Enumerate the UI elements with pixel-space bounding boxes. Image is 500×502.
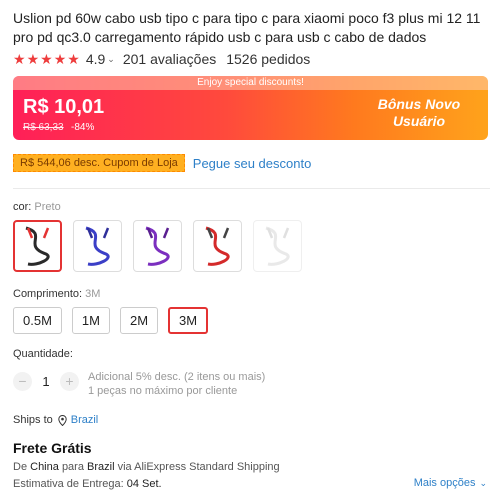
color-label: cor: Preto bbox=[13, 201, 61, 213]
length-option-0-5m[interactable]: 0.5M bbox=[13, 307, 62, 334]
color-option-vermelho[interactable] bbox=[193, 220, 242, 272]
quantity-label: Quantidade: bbox=[13, 348, 73, 360]
star-icon: ★ bbox=[26, 51, 40, 67]
star-icon: ★ bbox=[67, 51, 80, 67]
quantity-note: Adicional 5% desc. (2 itens ou mais) 1 p… bbox=[88, 370, 265, 398]
length-options: 0.5M 1M 2M 3M bbox=[13, 307, 209, 334]
ships-to-country-link[interactable]: Brazil bbox=[71, 414, 99, 426]
length-selected-value: 3M bbox=[85, 288, 101, 300]
star-icon: ★ bbox=[40, 51, 53, 67]
color-selected-value: Preto bbox=[34, 201, 61, 213]
orders-count: 1526 pedidos bbox=[226, 51, 311, 67]
shipping-route: De China para Brazil via AliExpress Stan… bbox=[13, 461, 280, 473]
promo-banner-text: Enjoy special discounts! bbox=[13, 76, 488, 90]
star-rating: ★ ★ ★ ★ ★ bbox=[13, 52, 80, 66]
delivery-estimate: Estimativa de Entrega: 04 Set. bbox=[13, 478, 162, 490]
original-price: R$ 63,33 bbox=[23, 122, 64, 133]
chevron-down-icon: ⌄ bbox=[479, 477, 487, 488]
length-label-text: Comprimento: bbox=[13, 288, 83, 300]
route-prefix: De bbox=[13, 461, 28, 473]
quantity-stepper: − 1 + bbox=[13, 372, 79, 391]
color-options bbox=[13, 220, 302, 272]
cable-purple-image bbox=[145, 226, 169, 266]
eta-label: Estimativa de Entrega: bbox=[13, 478, 124, 490]
color-option-branco[interactable] bbox=[253, 220, 302, 272]
get-coupon-link[interactable]: Pegue seu desconto bbox=[193, 156, 312, 171]
cable-black-image bbox=[25, 226, 49, 266]
discount-percent: -84% bbox=[71, 122, 95, 133]
quantity-plus-button[interactable]: + bbox=[60, 372, 79, 391]
divider bbox=[13, 188, 490, 189]
route-mid: para bbox=[61, 461, 84, 473]
chevron-down-icon[interactable]: ⌄ bbox=[107, 54, 115, 65]
product-title: Uslion pd 60w cabo usb tipo c para tipo … bbox=[13, 10, 481, 45]
cable-white-image bbox=[265, 226, 289, 266]
reviews-count[interactable]: 201 avaliações bbox=[123, 51, 216, 67]
max-per-customer-note: 1 peças no máximo por cliente bbox=[88, 385, 238, 397]
more-shipping-options-link[interactable]: Mais opções ⌄ bbox=[414, 477, 487, 489]
cable-red-image bbox=[205, 226, 229, 266]
location-pin-icon bbox=[58, 414, 67, 426]
price-banner: Enjoy special discounts! R$ 10,01 R$ 63,… bbox=[13, 76, 488, 140]
color-option-azul[interactable] bbox=[73, 220, 122, 272]
length-option-3m[interactable]: 3M bbox=[168, 307, 209, 334]
more-options-label: Mais opções bbox=[413, 477, 476, 489]
color-option-preto[interactable] bbox=[13, 220, 62, 272]
ships-to-row: Ships to Brazil bbox=[13, 414, 98, 426]
rating-score[interactable]: 4.9 bbox=[86, 51, 105, 67]
route-suffix: via AliExpress Standard Shipping bbox=[117, 461, 280, 473]
length-label: Comprimento: 3M bbox=[13, 288, 100, 300]
current-price: R$ 10,01 bbox=[23, 96, 105, 118]
length-option-1m[interactable]: 1M bbox=[71, 307, 110, 334]
free-shipping-title: Frete Grátis bbox=[13, 440, 92, 456]
star-icon: ★ bbox=[13, 51, 26, 67]
route-to: Brazil bbox=[87, 461, 115, 473]
bulk-discount-note: Adicional 5% desc. (2 itens ou mais) bbox=[88, 371, 266, 383]
store-coupon-tag[interactable]: R$ 544,06 desc. Cupom de Loja bbox=[13, 154, 185, 172]
length-option-2m[interactable]: 2M bbox=[119, 307, 159, 334]
cable-blue-image bbox=[85, 226, 109, 266]
color-option-roxo[interactable] bbox=[133, 220, 182, 272]
rating-row: ★ ★ ★ ★ ★ 4.9 ⌄ 201 avaliações 1526 pedi… bbox=[13, 51, 310, 67]
color-label-text: cor: bbox=[13, 201, 32, 213]
quantity-minus-button[interactable]: − bbox=[13, 372, 32, 391]
star-icon: ★ bbox=[53, 51, 67, 67]
coupon-row: R$ 544,06 desc. Cupom de Loja Pegue seu … bbox=[13, 154, 311, 172]
eta-value: 04 Set. bbox=[126, 478, 162, 490]
quantity-input[interactable]: 1 bbox=[32, 374, 60, 389]
ships-to-label: Ships to bbox=[13, 414, 53, 426]
route-from: China bbox=[30, 461, 59, 473]
new-user-bonus-label: Bônus Novo Usuário bbox=[377, 96, 461, 129]
